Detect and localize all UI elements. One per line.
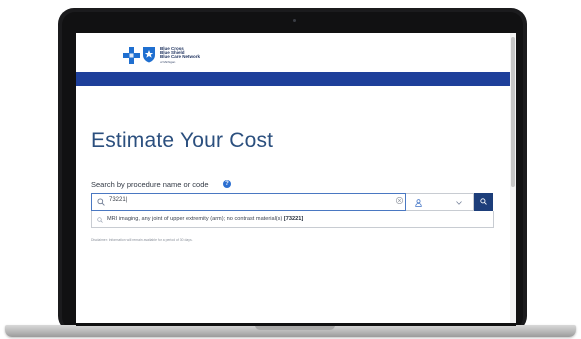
suggestion-item-code: [73221] [283,216,304,222]
search-icon [97,198,105,206]
suggestion-item-text: MRI imaging, any joint of upper extremit… [107,216,283,222]
clear-icon[interactable] [396,197,403,204]
browser-screen: Blue Cross Blue Shield Blue Care Network… [76,33,516,323]
blue-cross-logo-icon [123,47,140,64]
brand-region: of Michigan [160,59,176,64]
camera-icon [293,19,296,22]
blue-shield-logo-icon [143,47,155,63]
search-input-value[interactable]: 73221| [109,197,127,203]
page-title: Estimate Your Cost [91,129,274,152]
chevron-down-icon[interactable] [456,201,462,205]
search-button-icon [480,198,487,205]
search-label: Search by procedure name or code [91,180,209,189]
nav-bar [76,72,516,86]
search-input[interactable] [91,193,406,211]
search-button[interactable] [474,193,493,211]
brand-name: Blue Cross Blue Shield Blue Care Network… [160,46,201,64]
site-header: Blue Cross Blue Shield Blue Care Network… [76,33,516,71]
person-icon [415,199,422,207]
brand-line-3: Blue Care Network [160,54,201,60]
laptop-bezel-bottom [76,323,516,326]
scrollbar-thumb[interactable] [511,37,515,187]
suggestion-item[interactable]: MRI imaging, any joint of upper extremit… [107,216,303,222]
suggestion-search-icon [97,217,103,223]
disclaimer-text: Disclaimer: Information will remain avai… [91,238,193,242]
help-icon[interactable]: ? [223,180,231,188]
